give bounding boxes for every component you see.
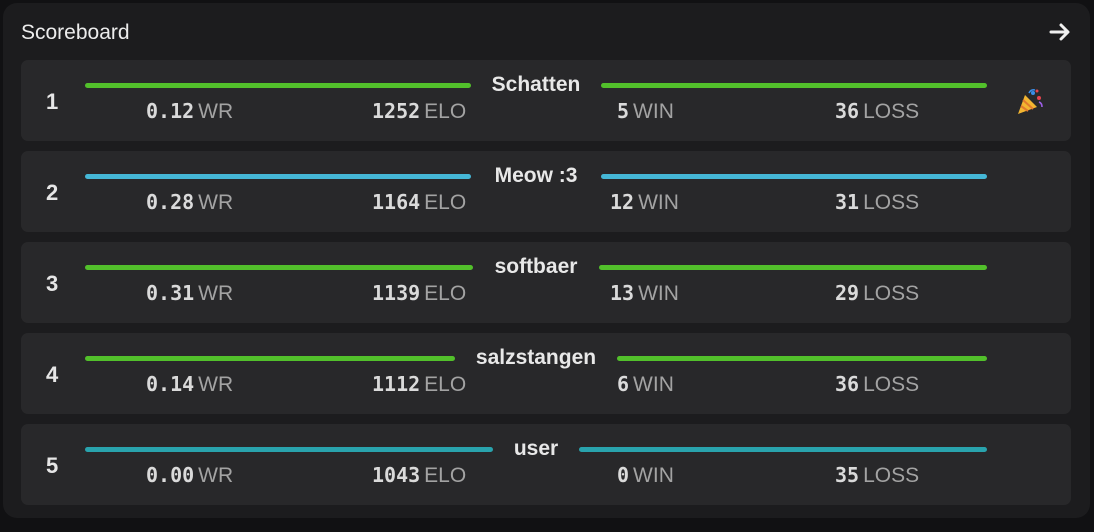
losses-stat: 31 LOSS — [835, 190, 919, 215]
losses-stat: 35 LOSS — [835, 463, 919, 488]
win-rate-stat: 0.14 WR — [146, 372, 233, 397]
losses-stat-label: LOSS — [863, 464, 920, 487]
win-rate-stat-label: WR — [198, 282, 234, 305]
win-rate-stat-label: WR — [198, 100, 234, 123]
wins-stat-value: 5 — [617, 99, 630, 123]
wins-stat-label: WIN — [633, 464, 674, 487]
player-name: softbaer — [494, 255, 578, 278]
scoreboard-row[interactable]: 5 user 0.00 WR 1043 ELO 0 WIN 35 LOSS — [21, 424, 1071, 505]
elo-stat-value: 1164 — [372, 190, 421, 214]
losses-stat-value: 36 — [835, 372, 860, 396]
wins-stat: 13 WIN — [610, 281, 679, 306]
rank-number: 5 — [46, 453, 59, 478]
rank-number: 2 — [46, 180, 59, 205]
elo-stat-label: ELO — [424, 373, 467, 396]
losses-stat-label: LOSS — [863, 100, 920, 123]
wins-stat-label: WIN — [633, 100, 674, 123]
elo-stat-value: 1043 — [372, 463, 421, 487]
scoreboard-row[interactable]: 3 softbaer 0.31 WR 1139 ELO 13 WIN 29 LOSS — [21, 242, 1071, 323]
losses-stat: 29 LOSS — [835, 281, 919, 306]
elo-stat-label: ELO — [424, 464, 467, 487]
losses-stat-value: 31 — [835, 190, 860, 214]
win-rate-stat: 0.28 WR — [146, 190, 233, 215]
wins-stat: 12 WIN — [610, 190, 679, 215]
losses-stat: 36 LOSS — [835, 99, 919, 124]
player-name: Meow :3 — [494, 164, 578, 187]
wins-stat-label: WIN — [638, 191, 679, 214]
elo-stat-value: 1252 — [372, 99, 421, 123]
wins-stat-label: WIN — [633, 373, 674, 396]
wins-stat: 0 WIN — [617, 463, 674, 488]
losses-stat-label: LOSS — [863, 191, 920, 214]
win-rate-stat-value: 0.31 — [146, 281, 195, 305]
player-name: user — [513, 437, 559, 460]
scoreboard-title: Scoreboard — [21, 21, 130, 44]
wins-stat: 5 WIN — [617, 99, 674, 124]
win-rate-stat-value: 0.28 — [146, 190, 195, 214]
elo-stat-label: ELO — [424, 100, 467, 123]
player-name: salzstangen — [475, 346, 597, 369]
elo-stat-value: 1112 — [372, 372, 421, 396]
scoreboard-row[interactable]: 1 Schatten 0.12 WR 1252 ELO 5 WIN 36 LOSS — [21, 60, 1071, 141]
win-rate-stat-value: 0.00 — [146, 463, 195, 487]
elo-stat-label: ELO — [424, 282, 467, 305]
losses-stat: 36 LOSS — [835, 372, 919, 397]
wins-stat: 6 WIN — [617, 372, 674, 397]
wins-stat-value: 0 — [617, 463, 630, 487]
rank-number: 3 — [46, 271, 59, 296]
win-rate-stat-value: 0.14 — [146, 372, 195, 396]
win-rate-stat-label: WR — [198, 373, 234, 396]
scoreboard-row[interactable]: 2 Meow :3 0.28 WR 1164 ELO 12 WIN 31 LOSS — [21, 151, 1071, 232]
arrow-right-icon[interactable] — [1047, 17, 1075, 47]
player-name: Schatten — [491, 73, 581, 96]
scoreboard-row[interactable]: 4 salzstangen 0.14 WR 1112 ELO 6 WIN 36 LOSS — [21, 333, 1071, 414]
party-popper-icon — [1015, 87, 1045, 117]
win-rate-stat-label: WR — [198, 464, 234, 487]
win-rate-stat-value: 0.12 — [146, 99, 195, 123]
wins-stat-label: WIN — [638, 282, 679, 305]
losses-stat-value: 36 — [835, 99, 860, 123]
wins-stat-value: 12 — [610, 190, 635, 214]
losses-stat-label: LOSS — [863, 373, 920, 396]
elo-stat: 1112 ELO — [372, 372, 466, 397]
elo-stat: 1252 ELO — [372, 99, 466, 124]
win-rate-stat: 0.12 WR — [146, 99, 233, 124]
losses-stat-label: LOSS — [863, 282, 920, 305]
win-rate-stat: 0.00 WR — [146, 463, 233, 488]
rank-number: 4 — [46, 362, 59, 387]
elo-stat: 1164 ELO — [372, 190, 466, 215]
scoreboard-card: Scoreboard 1 Schatten 0.12 WR 1252 ELO 5 WIN 36 L… — [3, 3, 1090, 518]
rank-number: 1 — [46, 89, 59, 114]
losses-stat-value: 35 — [835, 463, 860, 487]
elo-stat-value: 1139 — [372, 281, 421, 305]
elo-stat: 1043 ELO — [372, 463, 466, 488]
elo-stat: 1139 ELO — [372, 281, 466, 306]
wins-stat-value: 13 — [610, 281, 635, 305]
wins-stat-value: 6 — [617, 372, 630, 396]
losses-stat-value: 29 — [835, 281, 860, 305]
elo-stat-label: ELO — [424, 191, 467, 214]
win-rate-stat: 0.31 WR — [146, 281, 233, 306]
win-rate-stat-label: WR — [198, 191, 234, 214]
